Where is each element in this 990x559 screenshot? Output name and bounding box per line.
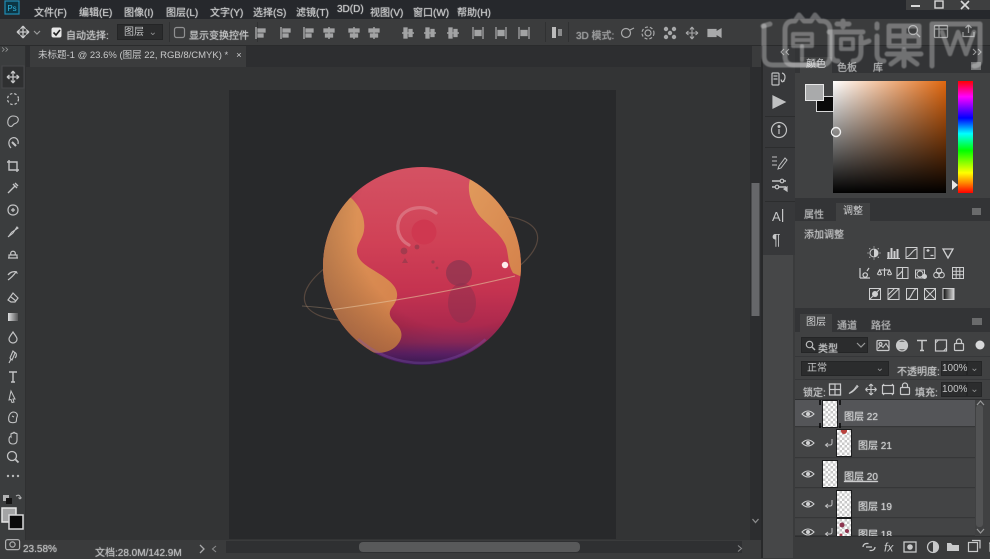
svg-text:¶: ¶ bbox=[772, 232, 781, 249]
svg-text:Ps: Ps bbox=[7, 4, 16, 13]
svg-text:A: A bbox=[772, 209, 781, 224]
svg-text:fx: fx bbox=[884, 541, 894, 555]
